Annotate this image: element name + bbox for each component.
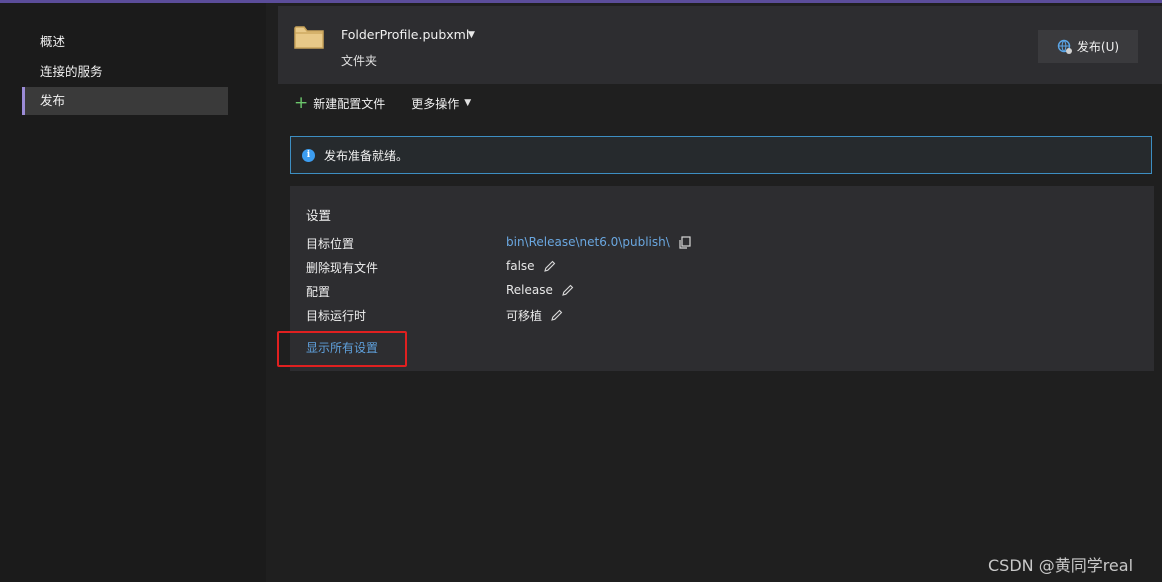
sidebar-item-connected-services[interactable]: 连接的服务 <box>22 58 228 86</box>
setting-value: 可移植 <box>506 307 563 324</box>
settings-title: 设置 <box>306 208 332 223</box>
configuration-value: Release <box>506 283 553 297</box>
settings-row-delete-existing: 删除现有文件 false <box>306 257 1146 277</box>
pencil-icon[interactable] <box>561 284 574 297</box>
info-bar: i 发布准备就绪。 <box>290 136 1152 174</box>
setting-value: bin\Release\net6.0\publish\ <box>506 235 691 249</box>
profile-dropdown-chevron-icon[interactable]: ▼ <box>468 30 475 40</box>
more-actions-label: 更多操作 <box>411 96 460 111</box>
publish-button-label: 发布(U) <box>1076 40 1120 54</box>
settings-row-target-runtime: 目标运行时 可移植 <box>306 305 1146 325</box>
new-profile-button[interactable]: + 新建配置文件 <box>294 92 386 113</box>
target-runtime-value: 可移植 <box>506 309 543 323</box>
annotation-highlight-box <box>277 331 407 367</box>
sidebar-item-label: 连接的服务 <box>40 64 103 79</box>
profile-header: FolderProfile.pubxml ▼ 文件夹 发布(U) <box>278 6 1162 84</box>
settings-row-target-location: 目标位置 bin\Release\net6.0\publish\ <box>306 233 1146 253</box>
toolbar: + 新建配置文件 更多操作 ▼ <box>294 91 497 115</box>
setting-label: 目标位置 <box>306 237 355 251</box>
settings-panel: 设置 目标位置 bin\Release\net6.0\publish\ 删除现有… <box>290 186 1154 371</box>
setting-label: 目标运行时 <box>306 309 367 323</box>
setting-value: Release <box>506 283 574 297</box>
more-actions-button[interactable]: 更多操作 ▼ <box>411 95 471 112</box>
copy-icon[interactable] <box>678 235 691 249</box>
pencil-icon[interactable] <box>550 309 563 322</box>
profile-type: 文件夹 <box>341 54 378 68</box>
plus-icon: + <box>294 92 309 113</box>
pencil-icon[interactable] <box>543 260 556 273</box>
folder-icon <box>294 26 324 49</box>
sidebar-item-label: 发布 <box>40 93 66 108</box>
sidebar-item-publish[interactable]: 发布 <box>22 87 228 115</box>
setting-value: false <box>506 259 556 273</box>
chevron-down-icon: ▼ <box>464 98 472 108</box>
setting-label: 配置 <box>306 285 331 299</box>
info-icon: i <box>302 148 315 162</box>
sidebar-item-overview[interactable]: 概述 <box>22 28 228 56</box>
publish-button[interactable]: 发布(U) <box>1038 30 1138 63</box>
sidebar-item-label: 概述 <box>40 34 66 49</box>
new-profile-label: 新建配置文件 <box>313 96 386 111</box>
delete-existing-value: false <box>506 259 535 273</box>
setting-label: 删除现有文件 <box>306 261 379 275</box>
main-panel: FolderProfile.pubxml ▼ 文件夹 发布(U) + 新建配置文… <box>266 3 1162 582</box>
profile-name: FolderProfile.pubxml <box>341 27 470 42</box>
info-message: 发布准备就绪。 <box>324 148 409 163</box>
publish-globe-icon <box>1057 39 1072 54</box>
watermark: CSDN @黄同学real <box>988 556 1134 575</box>
sidebar: 概述 连接的服务 发布 <box>0 3 266 582</box>
target-location-link[interactable]: bin\Release\net6.0\publish\ <box>506 235 670 249</box>
settings-row-configuration: 配置 Release <box>306 281 1146 301</box>
